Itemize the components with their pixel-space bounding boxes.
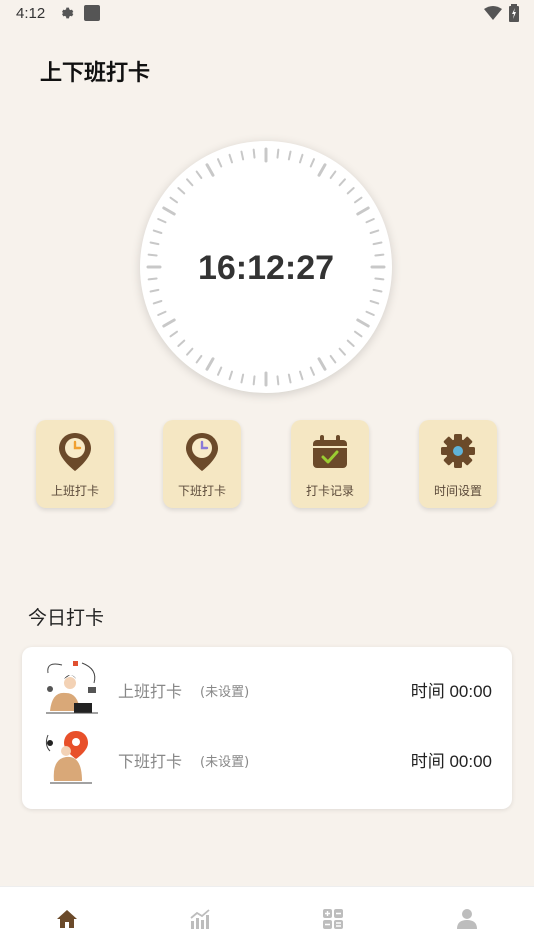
records-label: 打卡记录 xyxy=(305,484,354,498)
clock-in-button[interactable]: 上班打卡 xyxy=(36,420,114,508)
time-settings-label: 时间设置 xyxy=(433,484,482,498)
status-bar: 4:12 xyxy=(0,0,534,28)
clock-out-button[interactable]: 下班打卡 xyxy=(163,420,241,508)
home-icon xyxy=(57,910,77,928)
clock-tick xyxy=(152,299,163,305)
clock-tick xyxy=(287,150,292,161)
clock-tick xyxy=(149,241,160,246)
clock-tick xyxy=(186,347,194,356)
clock-tick xyxy=(338,178,346,187)
clock-tick xyxy=(353,330,363,338)
grid-icon xyxy=(323,909,343,929)
clock-tick xyxy=(205,357,215,371)
notification-icon xyxy=(84,5,100,21)
location-clock-icon xyxy=(59,433,91,471)
clock-tick xyxy=(169,330,179,338)
clock-tick xyxy=(162,318,176,328)
clock-out-row-title: 下班打卡 xyxy=(118,752,183,771)
bottom-nav xyxy=(0,886,534,951)
clock-out-label: 下班打卡 xyxy=(177,484,226,498)
user-icon xyxy=(457,909,477,929)
clock-tick xyxy=(317,163,327,177)
clock-tick xyxy=(149,288,160,293)
clock-tick xyxy=(228,370,234,381)
clock-in-row-time: 时间 00:00 xyxy=(410,682,492,701)
clock-tick xyxy=(329,354,337,364)
page-title: 上下班打卡 xyxy=(40,61,151,86)
nav-profile[interactable] xyxy=(400,887,533,951)
battery-icon xyxy=(509,4,519,26)
clock-tick xyxy=(252,148,256,159)
clock-tick xyxy=(177,339,186,347)
clock-tick xyxy=(369,229,380,235)
time-settings-button[interactable]: 时间设置 xyxy=(419,420,497,508)
clock-tick xyxy=(195,354,203,364)
list-item[interactable]: 上班打卡 (未设置) 时间 00:00 xyxy=(22,659,512,719)
clock-tick xyxy=(276,148,280,159)
clock-tick xyxy=(152,229,163,235)
clock-tick xyxy=(365,218,375,224)
clock-face: 16:12:27 xyxy=(140,141,392,393)
gear-icon xyxy=(441,434,475,468)
clock-tick xyxy=(186,178,194,187)
nav-home[interactable] xyxy=(0,887,133,951)
clock-tick xyxy=(317,357,327,371)
clock-tick xyxy=(205,163,215,177)
clock-in-row-status: (未设置) xyxy=(200,685,250,700)
calendar-check-icon xyxy=(313,435,347,468)
clock-tick xyxy=(298,153,304,164)
clock-tick xyxy=(228,153,234,164)
clock-tick xyxy=(329,170,337,180)
stats-icon xyxy=(190,909,210,929)
clock-tick xyxy=(177,187,186,195)
clock-tick xyxy=(169,196,179,204)
status-time: 4:12 xyxy=(16,5,46,22)
clock-tick xyxy=(195,170,203,180)
clock-tick xyxy=(309,158,315,168)
nav-stats[interactable] xyxy=(133,887,266,951)
clock-tick xyxy=(157,310,167,316)
clock-tick xyxy=(372,241,383,246)
records-button[interactable]: 打卡记录 xyxy=(291,420,369,508)
clock-in-label: 上班打卡 xyxy=(50,484,99,498)
clock-in-row-title: 上班打卡 xyxy=(118,682,183,701)
work-start-illustration xyxy=(46,661,98,714)
clock-tick xyxy=(365,310,375,316)
clock-tick xyxy=(157,218,167,224)
clock-tick xyxy=(309,366,315,376)
clock-tick xyxy=(298,370,304,381)
clock-tick xyxy=(338,347,346,356)
section-title-today: 今日打卡 xyxy=(28,607,105,629)
clock-tick xyxy=(240,150,245,161)
clock-tick xyxy=(372,288,383,293)
clock-tick xyxy=(346,339,355,347)
clock-time: 16:12:27 xyxy=(197,249,335,287)
clock-tick xyxy=(356,318,370,328)
list-item[interactable]: 下班打卡 (未设置) 时间 00:00 xyxy=(22,729,512,789)
clock-tick xyxy=(353,196,363,204)
clock-out-row-status: (未设置) xyxy=(200,755,250,770)
clock-tick xyxy=(346,187,355,195)
clock-tick xyxy=(162,206,176,216)
clock-tick xyxy=(287,373,292,384)
clock-tick xyxy=(356,206,370,216)
work-end-illustration xyxy=(45,731,92,784)
wifi-icon xyxy=(484,5,502,25)
clock-tick xyxy=(217,366,223,376)
today-card: 上班打卡 (未设置) 时间 00:00 下班打卡 (未设置) 时间 00:00 xyxy=(22,647,512,809)
clock-tick xyxy=(252,375,256,386)
nav-grid[interactable] xyxy=(266,887,399,951)
settings-status-icon xyxy=(58,5,74,25)
clock-out-row-time: 时间 00:00 xyxy=(410,752,492,771)
location-clock-icon xyxy=(186,433,218,471)
clock-tick xyxy=(276,375,280,386)
clock-tick xyxy=(240,373,245,384)
clock-tick xyxy=(369,299,380,305)
clock-tick xyxy=(217,158,223,168)
